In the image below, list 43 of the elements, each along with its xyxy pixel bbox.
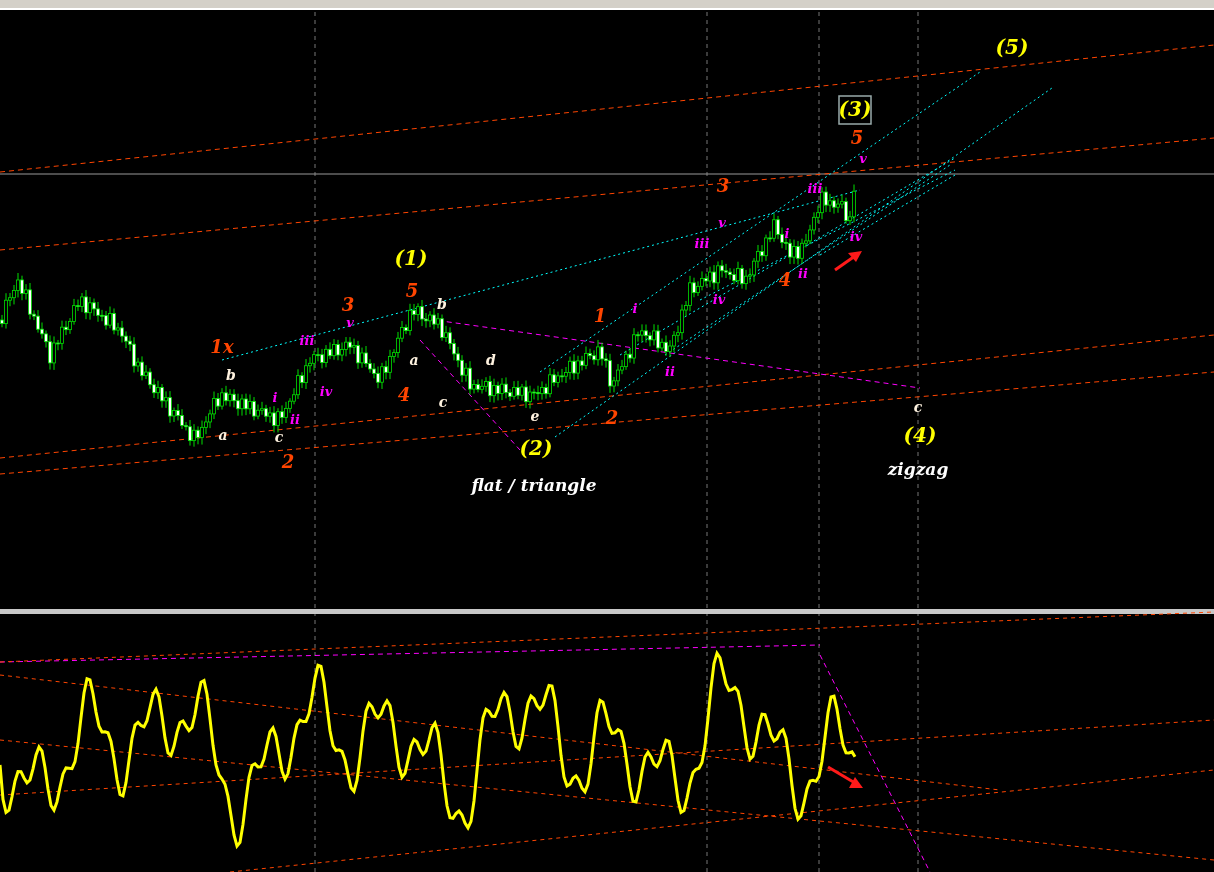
wave-label: i (272, 390, 278, 405)
wave-label: e (530, 408, 540, 424)
wave-label: a (218, 427, 228, 443)
wave-label: iii (299, 333, 315, 348)
wave-label: 2 (281, 451, 295, 472)
wave-label: 5 (405, 280, 419, 301)
trend-arrow (827, 765, 863, 788)
wave-label: v (718, 215, 726, 230)
wave-label: iii (694, 236, 710, 251)
wave-label: b (437, 296, 447, 312)
wave-label: iv (712, 292, 726, 307)
wave-label: ii (665, 364, 675, 379)
trend-arrow (834, 251, 862, 272)
wave-label: i (784, 226, 790, 241)
wave-label: (1) (394, 246, 428, 270)
wave-label: v (346, 315, 354, 330)
wave-label: v (859, 151, 867, 166)
wave-label: 4 (778, 269, 792, 290)
wave-label: c (913, 399, 923, 415)
wave-label: ii (798, 266, 808, 281)
wave-label: flat / triangle (471, 475, 597, 495)
wave-label: 3 (341, 294, 355, 315)
wave-label: c (274, 429, 284, 445)
wave-label: (3) (838, 97, 872, 121)
wave-label: 1x (210, 336, 234, 357)
wave-label: (5) (995, 35, 1029, 59)
wave-label: 3 (716, 175, 730, 196)
wave-label: zigzag (887, 459, 949, 479)
wave-label: iv (849, 229, 863, 244)
wave-label: iii (807, 181, 823, 196)
wave-label: 1 (593, 305, 607, 326)
wave-label: b (226, 367, 236, 383)
wave-label: d (486, 352, 496, 368)
wave-label: (2) (519, 436, 553, 460)
wave-label: ii (290, 412, 300, 427)
wave-label: 4 (397, 384, 411, 405)
wave-label: 5 (850, 127, 864, 148)
wave-label: c (438, 394, 448, 410)
wave-label: 2 (605, 407, 619, 428)
wave-label: i (632, 301, 638, 316)
wave-label: iv (319, 384, 333, 399)
wave-label: a (409, 352, 419, 368)
wave-label: (4) (903, 423, 937, 447)
